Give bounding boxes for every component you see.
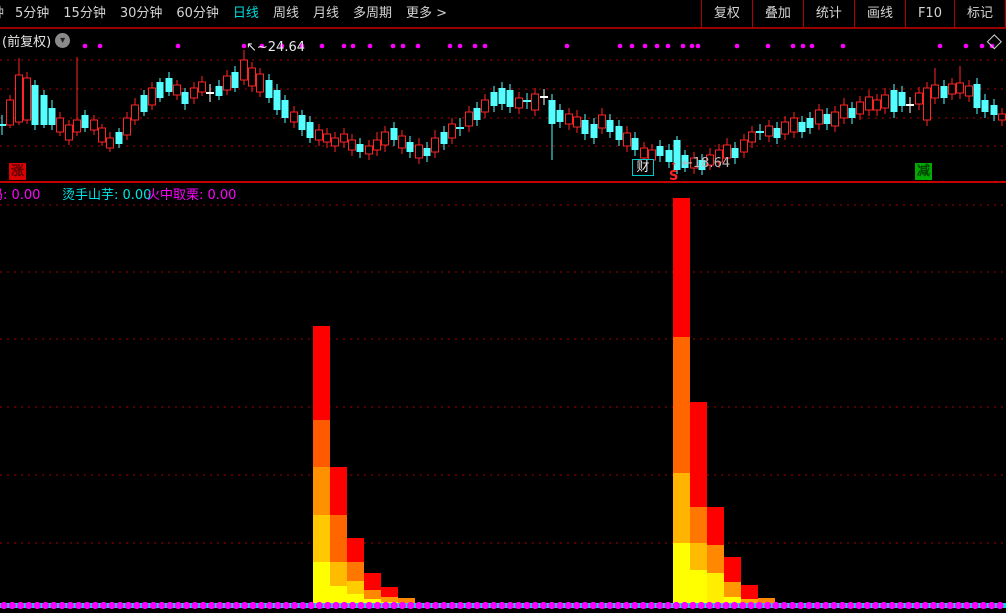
rise-badge: 涨 — [9, 163, 26, 180]
diamond-icon[interactable]: ◇ — [987, 28, 1002, 52]
high-price-annotation: ↖~24.64 — [246, 40, 305, 55]
indicator-value-row: 码: 0.00 烫手山芋: 0.00火中取栗: 0.00 — [0, 184, 1006, 200]
adjust-mode-header: (前复权) ▾ — [2, 31, 70, 50]
chevron-down-icon[interactable]: ▾ — [55, 33, 70, 48]
panel-divider-line — [0, 181, 1006, 183]
cai-badge: 财 — [632, 159, 654, 176]
low-price-annotation: ←18.64 — [682, 156, 730, 171]
indicator-label-0: 码: 0.00 — [0, 184, 40, 200]
kline-and-indicator-chart — [0, 0, 1006, 613]
indicator-label-2: 火中取栗: 0.00 — [147, 184, 236, 200]
adjust-mode-label: (前复权) — [2, 31, 51, 50]
sell-signal-marker: ↑ S — [669, 163, 678, 182]
indicator-label-1: 烫手山芋: 0.00 — [62, 184, 151, 200]
fall-badge: 减 — [915, 163, 932, 180]
trading-app-window: 钟 5分钟15分钟30分钟60分钟日线周线月线多周期更多 > 复权叠加统计画线F… — [0, 0, 1006, 613]
